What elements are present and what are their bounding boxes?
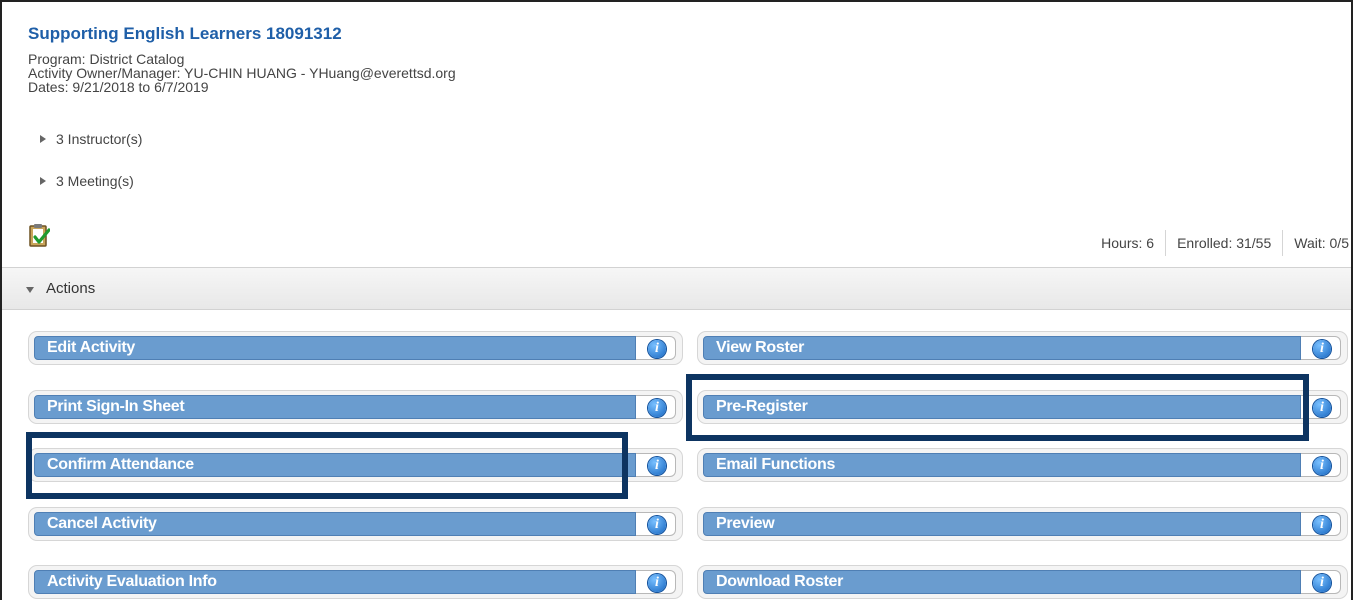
actions-label: Actions [46,280,96,297]
hours-stat: Hours: 6 [1101,235,1155,251]
triangle-right-icon [40,135,46,143]
info-box: i [636,336,676,360]
divider [1165,230,1167,256]
print-sign-in-row: Print Sign-In Sheet i [28,390,683,424]
actions-header[interactable]: Actions [2,267,1351,310]
info-icon[interactable]: i [648,516,666,534]
instructors-toggle[interactable]: 3 Instructor(s) [40,131,142,147]
wait-stat: Wait: 0/5 [1294,235,1349,251]
triangle-right-icon [40,177,46,185]
view-roster-row: View Roster i [697,331,1348,365]
preview-row: Preview i [697,507,1348,541]
preview-button[interactable]: Preview [703,512,1301,536]
cancel-activity-button[interactable]: Cancel Activity [34,512,636,536]
info-icon[interactable]: i [1313,457,1331,475]
activity-evaluation-info-button[interactable]: Activity Evaluation Info [34,570,636,594]
activity-stats: Hours: 6 Enrolled: 31/55 Wait: 0/5 [1101,230,1349,256]
program-text: Program: District Catalog [28,51,185,67]
info-icon[interactable]: i [648,399,666,417]
info-icon[interactable]: i [1313,399,1331,417]
info-icon[interactable]: i [648,340,666,358]
info-box: i [636,512,676,536]
info-icon[interactable]: i [1313,574,1331,592]
info-box: i [636,453,676,477]
info-box: i [1301,512,1341,536]
edit-activity-button[interactable]: Edit Activity [34,336,636,360]
clipboard-check-icon[interactable] [28,223,50,249]
info-box: i [636,395,676,419]
email-functions-row: Email Functions i [697,448,1348,482]
instructors-label: 3 Instructor(s) [56,131,143,147]
info-icon[interactable]: i [648,574,666,592]
highlight-pre-register [686,374,1309,441]
download-roster-row: Download Roster i [697,565,1348,599]
info-box: i [1301,336,1341,360]
info-box: i [636,570,676,594]
view-roster-button[interactable]: View Roster [703,336,1301,360]
info-box: i [1301,570,1341,594]
meetings-toggle[interactable]: 3 Meeting(s) [40,173,134,189]
triangle-down-icon [26,286,34,293]
meetings-label: 3 Meeting(s) [56,173,134,189]
info-icon[interactable]: i [1313,516,1331,534]
edit-activity-row: Edit Activity i [28,331,683,365]
owner-text: Activity Owner/Manager: YU-CHIN HUANG - … [28,65,456,81]
enrolled-stat: Enrolled: 31/55 [1177,235,1272,251]
highlight-confirm-attendance [26,432,628,499]
print-sign-in-sheet-button[interactable]: Print Sign-In Sheet [34,395,636,419]
divider [1282,230,1284,256]
download-roster-button[interactable]: Download Roster [703,570,1301,594]
info-icon[interactable]: i [648,457,666,475]
info-icon[interactable]: i [1313,340,1331,358]
activity-title[interactable]: Supporting English Learners 18091312 [28,24,342,44]
activity-evaluation-row: Activity Evaluation Info i [28,565,683,599]
email-functions-button[interactable]: Email Functions [703,453,1301,477]
dates-text: Dates: 9/21/2018 to 6/7/2019 [28,79,209,95]
info-box: i [1301,453,1341,477]
cancel-activity-row: Cancel Activity i [28,507,683,541]
